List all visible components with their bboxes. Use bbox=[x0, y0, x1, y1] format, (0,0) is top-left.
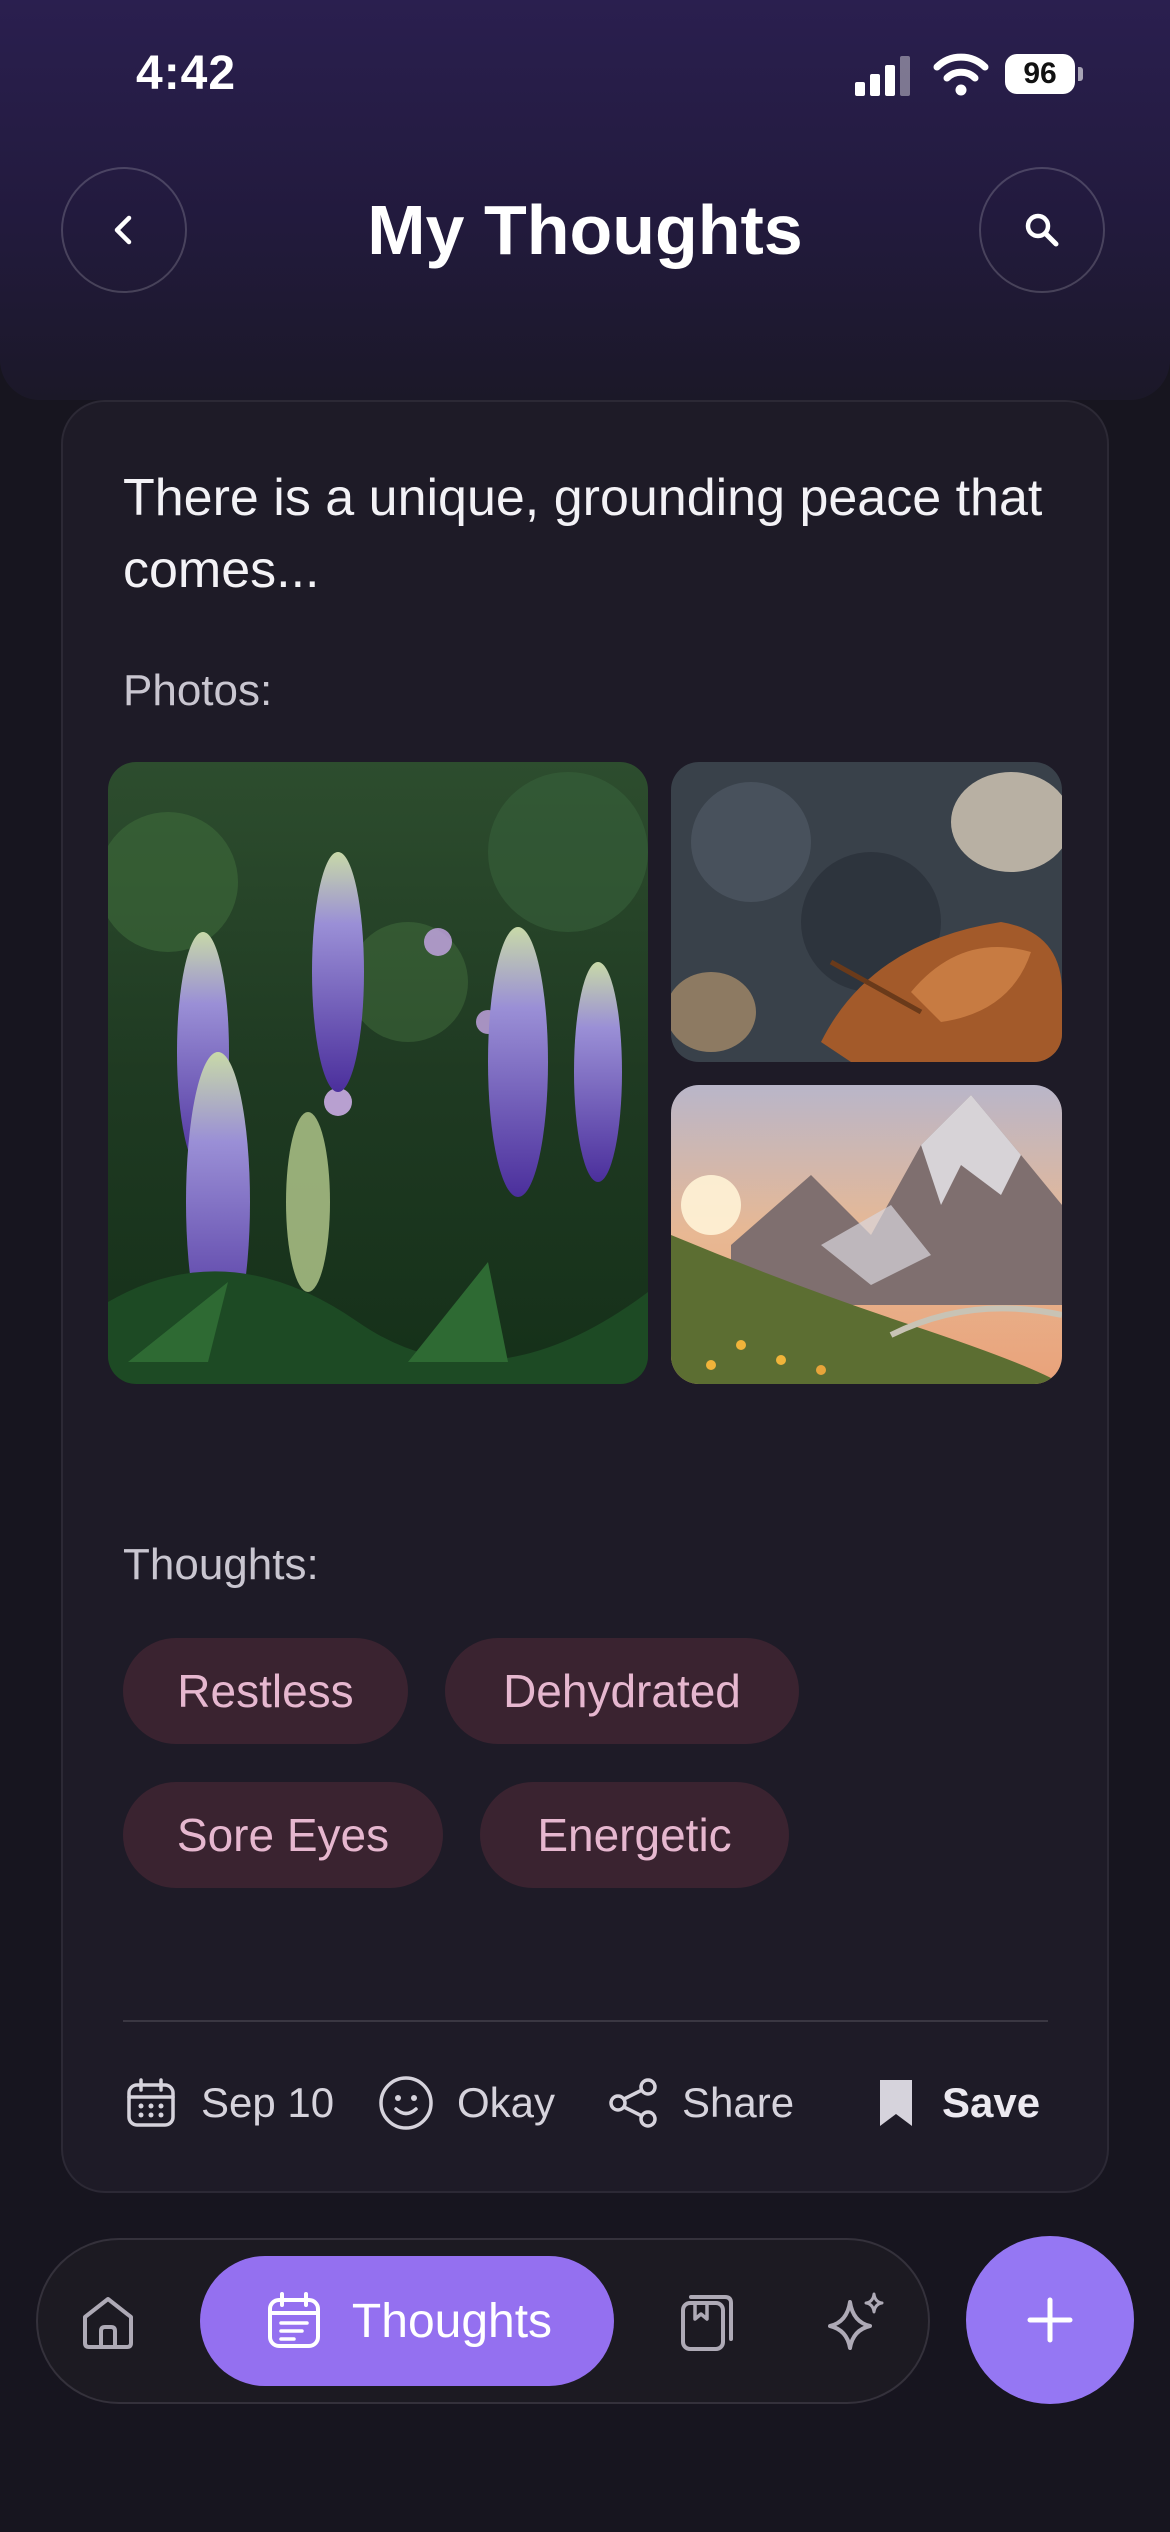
status-time: 4:42 bbox=[136, 47, 237, 100]
share-button[interactable]: Share bbox=[606, 2068, 794, 2138]
add-thought-button[interactable] bbox=[966, 2236, 1134, 2404]
search-icon bbox=[1025, 213, 1059, 247]
nav-thoughts-label: Thoughts bbox=[351, 2294, 553, 2348]
smiley-icon bbox=[379, 2076, 433, 2130]
mood-label: Okay bbox=[457, 2079, 556, 2126]
photo-leaves-water[interactable] bbox=[671, 762, 1062, 1062]
tag-chip[interactable]: Restless bbox=[123, 1638, 408, 1744]
battery-level: 96 bbox=[1005, 54, 1075, 94]
tag-chip[interactable]: Energetic bbox=[480, 1782, 789, 1888]
battery-icon: 96 bbox=[1005, 54, 1083, 94]
wifi-icon bbox=[933, 53, 989, 96]
entry-date: Sep 10 bbox=[201, 2079, 335, 2126]
journal-icon bbox=[681, 2295, 733, 2351]
nav-journal[interactable] bbox=[668, 2284, 744, 2360]
mood-button[interactable]: Okay bbox=[377, 2068, 555, 2138]
signal-icon bbox=[855, 56, 910, 96]
entry-excerpt: There is a unique, grounding peace that … bbox=[123, 469, 1043, 599]
status-bar: 4:42 96 bbox=[0, 46, 1170, 106]
thoughts-label: Thoughts: bbox=[123, 1540, 319, 1589]
date-button[interactable]: Sep 10 bbox=[123, 2068, 334, 2138]
share-icon bbox=[609, 2078, 657, 2128]
tag-chip[interactable]: Dehydrated bbox=[445, 1638, 799, 1744]
share-label: Share bbox=[682, 2079, 795, 2126]
nav-home[interactable] bbox=[70, 2284, 146, 2360]
plus-icon bbox=[1027, 2297, 1073, 2343]
save-button[interactable]: Save bbox=[872, 2068, 1040, 2138]
search-button[interactable] bbox=[979, 167, 1105, 293]
save-label: Save bbox=[942, 2079, 1041, 2126]
bookmark-icon bbox=[880, 2080, 912, 2126]
photo-mountains[interactable] bbox=[671, 1085, 1062, 1384]
nav-thoughts[interactable]: Thoughts bbox=[200, 2256, 614, 2386]
photo-lupines[interactable] bbox=[108, 762, 648, 1384]
nav-ai[interactable] bbox=[818, 2284, 894, 2360]
divider bbox=[123, 2020, 1048, 2022]
calendar-icon bbox=[127, 2078, 175, 2127]
thoughts-icon bbox=[267, 2292, 320, 2348]
home-icon bbox=[83, 2297, 133, 2349]
photos-label: Photos: bbox=[123, 666, 273, 715]
sparkle-icon bbox=[828, 2292, 884, 2350]
tag-chip[interactable]: Sore Eyes bbox=[123, 1782, 443, 1888]
